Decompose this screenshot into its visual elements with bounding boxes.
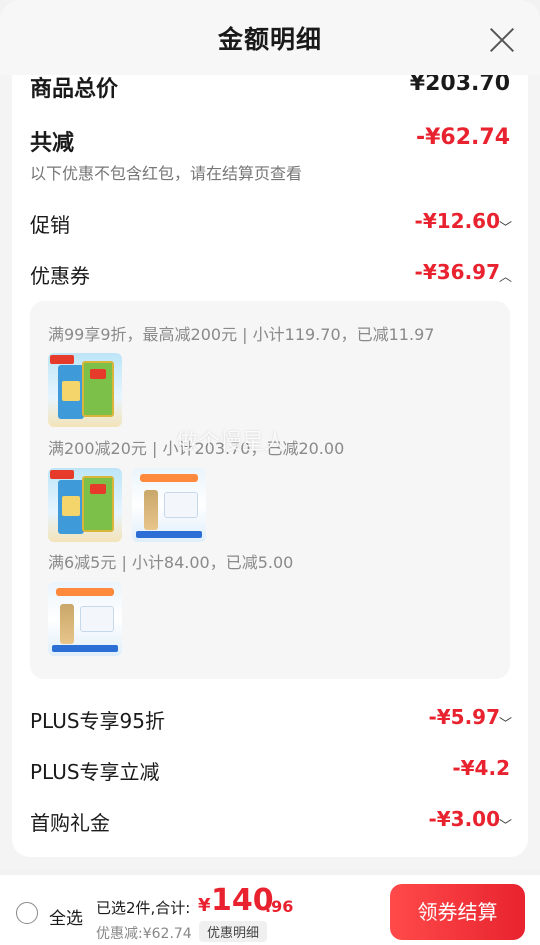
checkout-button[interactable]: 领券结算	[390, 884, 525, 940]
first-buy-row[interactable]: 首购礼金 -¥3.00 ﹀	[30, 807, 512, 837]
goods-total-value: ¥203.70	[409, 75, 510, 96]
checkout-bar: 全选 已选2件,合计: ¥ 140 .96 优惠减:¥62.74 优惠明细 领券…	[0, 875, 540, 945]
chevron-down-icon[interactable]: ﹀	[499, 217, 512, 236]
product-thumbnail-2[interactable]	[48, 468, 122, 542]
select-all-radio[interactable]	[16, 902, 38, 924]
plus-instant-label: PLUS专享立减	[30, 760, 160, 784]
plus95-row[interactable]: PLUS专享95折 -¥5.97 ﹀	[30, 705, 512, 735]
product-thumbnail-3[interactable]	[132, 468, 206, 542]
promo-value: -¥12.60	[414, 209, 500, 233]
discount-note-row: 以下优惠不包含红包，请在结算页查看	[30, 160, 510, 184]
first-buy-label: 首购礼金	[30, 811, 110, 835]
chevron-down-icon[interactable]: ﹀	[499, 815, 512, 834]
discount-note: 以下优惠不包含红包，请在结算页查看	[30, 164, 303, 183]
plus-instant-row: PLUS专享立减 -¥4.2	[30, 756, 510, 786]
goods-total-row: 商品总价 ¥203.70	[30, 75, 510, 103]
discount-summary: 优惠减:¥62.74	[96, 926, 192, 942]
promo-label: 促销	[30, 213, 70, 237]
chevron-up-icon[interactable]: ︿	[499, 266, 512, 285]
price-currency: ¥	[198, 895, 211, 916]
total-discount-value: -¥62.74	[415, 125, 510, 150]
detail-card: 商品总价 ¥203.70 共减 -¥62.74 以下优惠不包含红包，请在结算页查…	[12, 75, 528, 857]
total-discount-row: 共减 -¥62.74	[30, 123, 510, 157]
selected-summary: 已选2件,合计:	[96, 899, 191, 917]
coupon-row[interactable]: 优惠券 -¥36.97 ︿	[30, 260, 512, 290]
sheet-header: 金额明细	[0, 0, 540, 75]
promo-row[interactable]: 促销 -¥12.60 ﹀	[30, 209, 512, 239]
plus95-value: -¥5.97	[428, 705, 500, 729]
discount-detail-button[interactable]: 优惠明细	[199, 921, 268, 942]
product-thumbnail-1[interactable]	[48, 353, 122, 427]
chevron-down-icon[interactable]: ﹀	[499, 713, 512, 732]
coupon-rule-3: 满6减5元 | 小计84.00，已减5.00	[48, 553, 294, 572]
coupon-breakdown: 满99享9折，最高减200元 | 小计119.70，已减11.97 满200减2…	[30, 301, 510, 679]
plus95-label: PLUS专享95折	[30, 709, 165, 733]
select-all-label[interactable]: 全选	[49, 904, 83, 929]
plus-instant-value: -¥4.2	[452, 756, 510, 780]
product-thumbnail-4[interactable]	[48, 582, 122, 656]
first-buy-value: -¥3.00	[428, 807, 500, 831]
total-discount-label: 共减	[30, 131, 75, 156]
page-title: 金额明细	[217, 25, 322, 54]
goods-total-label: 商品总价	[30, 77, 119, 102]
coupon-rule-1: 满99享9折，最高减200元 | 小计119.70，已减11.97	[48, 325, 435, 344]
coupon-value: -¥36.97	[414, 260, 500, 284]
coupon-label: 优惠券	[30, 264, 90, 288]
amount-detail-sheet: 金额明细 商品总价 ¥203.70 共减 -¥62.74 以下优惠不包含红包，请…	[0, 0, 540, 870]
total-price-decimal: .96	[265, 897, 294, 916]
close-icon[interactable]	[484, 22, 520, 58]
watermark: 做个慢星人	[176, 430, 287, 455]
